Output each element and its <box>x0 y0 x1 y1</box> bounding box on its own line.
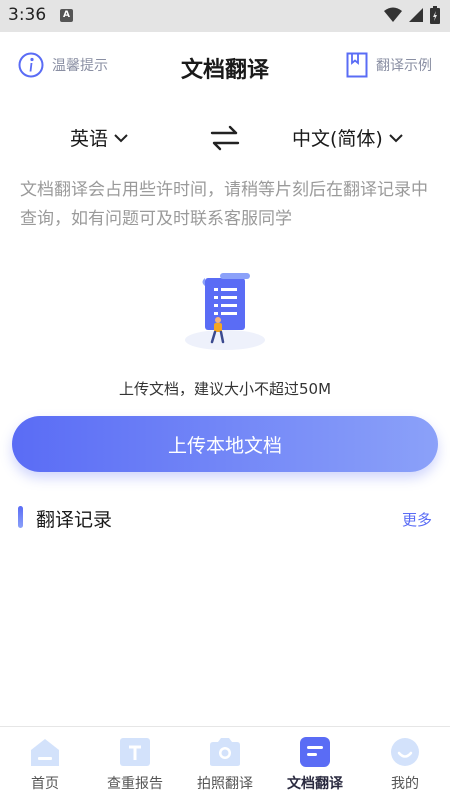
info-icon <box>18 52 44 78</box>
profile-icon <box>391 738 419 766</box>
nav-label: 查重报告 <box>107 776 163 792</box>
language-selector: 英语 中文(简体) <box>0 118 450 158</box>
bookmark-book-icon <box>346 52 368 78</box>
status-time: 3:36 <box>8 5 47 25</box>
section-accent-bar <box>18 506 23 528</box>
translation-description: 文档翻译会占用些许时间，请稍等片刻后在翻译记录中查询，如有问题可及时联系客服同学 <box>20 180 428 229</box>
translation-records-section: 翻译记录 更多 <box>18 504 432 532</box>
status-icons <box>384 6 440 24</box>
document-icon <box>300 737 330 767</box>
swap-languages-icon[interactable] <box>210 124 240 152</box>
status-bar: 3:36 A <box>0 0 450 32</box>
tip-button[interactable]: 温馨提示 <box>18 52 108 78</box>
nav-label: 我的 <box>391 776 419 792</box>
nav-item-document-translate[interactable]: 文档翻译 <box>270 727 360 800</box>
target-language-dropdown[interactable]: 中文(简体) <box>292 124 403 151</box>
wifi-icon <box>384 7 402 22</box>
example-label: 翻译示例 <box>376 58 432 74</box>
document-upload-illustration <box>185 273 265 350</box>
camera-icon <box>210 738 240 766</box>
nav-item-photo-translate[interactable]: 拍照翻译 <box>180 727 270 800</box>
nav-label: 首页 <box>31 776 59 792</box>
source-language-dropdown[interactable]: 英语 <box>70 124 128 151</box>
records-title: 翻译记录 <box>36 509 113 531</box>
target-language-label: 中文(简体) <box>292 128 383 150</box>
source-language-label: 英语 <box>70 128 109 150</box>
bottom-nav: 首页 查重报告 拍照翻译 文档翻译 我的 <box>0 726 450 800</box>
nav-label: 拍照翻译 <box>197 776 253 792</box>
home-icon <box>31 739 59 766</box>
nav-item-report[interactable]: 查重报告 <box>90 727 180 800</box>
upload-local-document-button[interactable]: 上传本地文档 <box>12 416 438 472</box>
tip-label: 温馨提示 <box>52 58 108 74</box>
report-icon <box>120 738 150 766</box>
nav-item-home[interactable]: 首页 <box>0 727 90 800</box>
signal-icon <box>409 8 423 22</box>
more-records-link[interactable]: 更多 <box>402 509 432 530</box>
app-header: 温馨提示 文档翻译 翻译示例 <box>0 32 450 102</box>
example-button[interactable]: 翻译示例 <box>346 52 432 78</box>
chevron-down-icon <box>389 133 403 142</box>
notification-icon: A <box>60 9 73 22</box>
nav-item-profile[interactable]: 我的 <box>360 727 450 800</box>
nav-label: 文档翻译 <box>287 776 343 792</box>
chevron-down-icon <box>114 133 128 142</box>
upload-hint: 上传文档，建议大小不超过50M <box>118 380 332 398</box>
battery-icon <box>430 6 440 24</box>
